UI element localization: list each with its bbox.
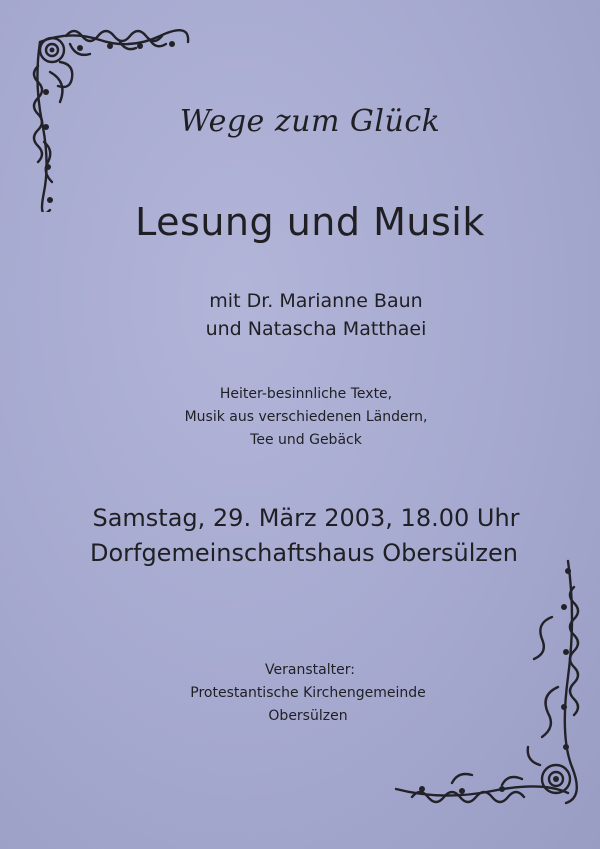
organizer-place: Obersülzen: [268, 708, 348, 724]
guest-line: und Natascha Matthaei: [205, 318, 427, 340]
flyer-sheet: Wege zum Glück Lesung und Musik mit Dr. …: [0, 0, 600, 849]
event-venue: Dorfgemeinschaftshaus Obersülzen: [89, 539, 519, 567]
description-line: Tee und Gebäck: [250, 432, 362, 448]
description-line: Heiter-besinnliche Texte,: [219, 386, 393, 402]
organizer-label: Veranstalter:: [265, 662, 355, 678]
organizer-name: Protestantische Kirchengemeinde: [190, 685, 426, 701]
description-line: Musik aus verschiedenen Ländern,: [184, 409, 428, 425]
guest-line: mit Dr. Marianne Baun: [209, 290, 423, 312]
event-title: Lesung und Musik: [135, 200, 485, 244]
event-date-time: Samstag, 29. März 2003, 18.00 Uhr: [92, 504, 520, 532]
motto-heading: Wege zum Glück: [179, 104, 441, 139]
corner-ornament-bottom-right-icon: [394, 559, 580, 805]
